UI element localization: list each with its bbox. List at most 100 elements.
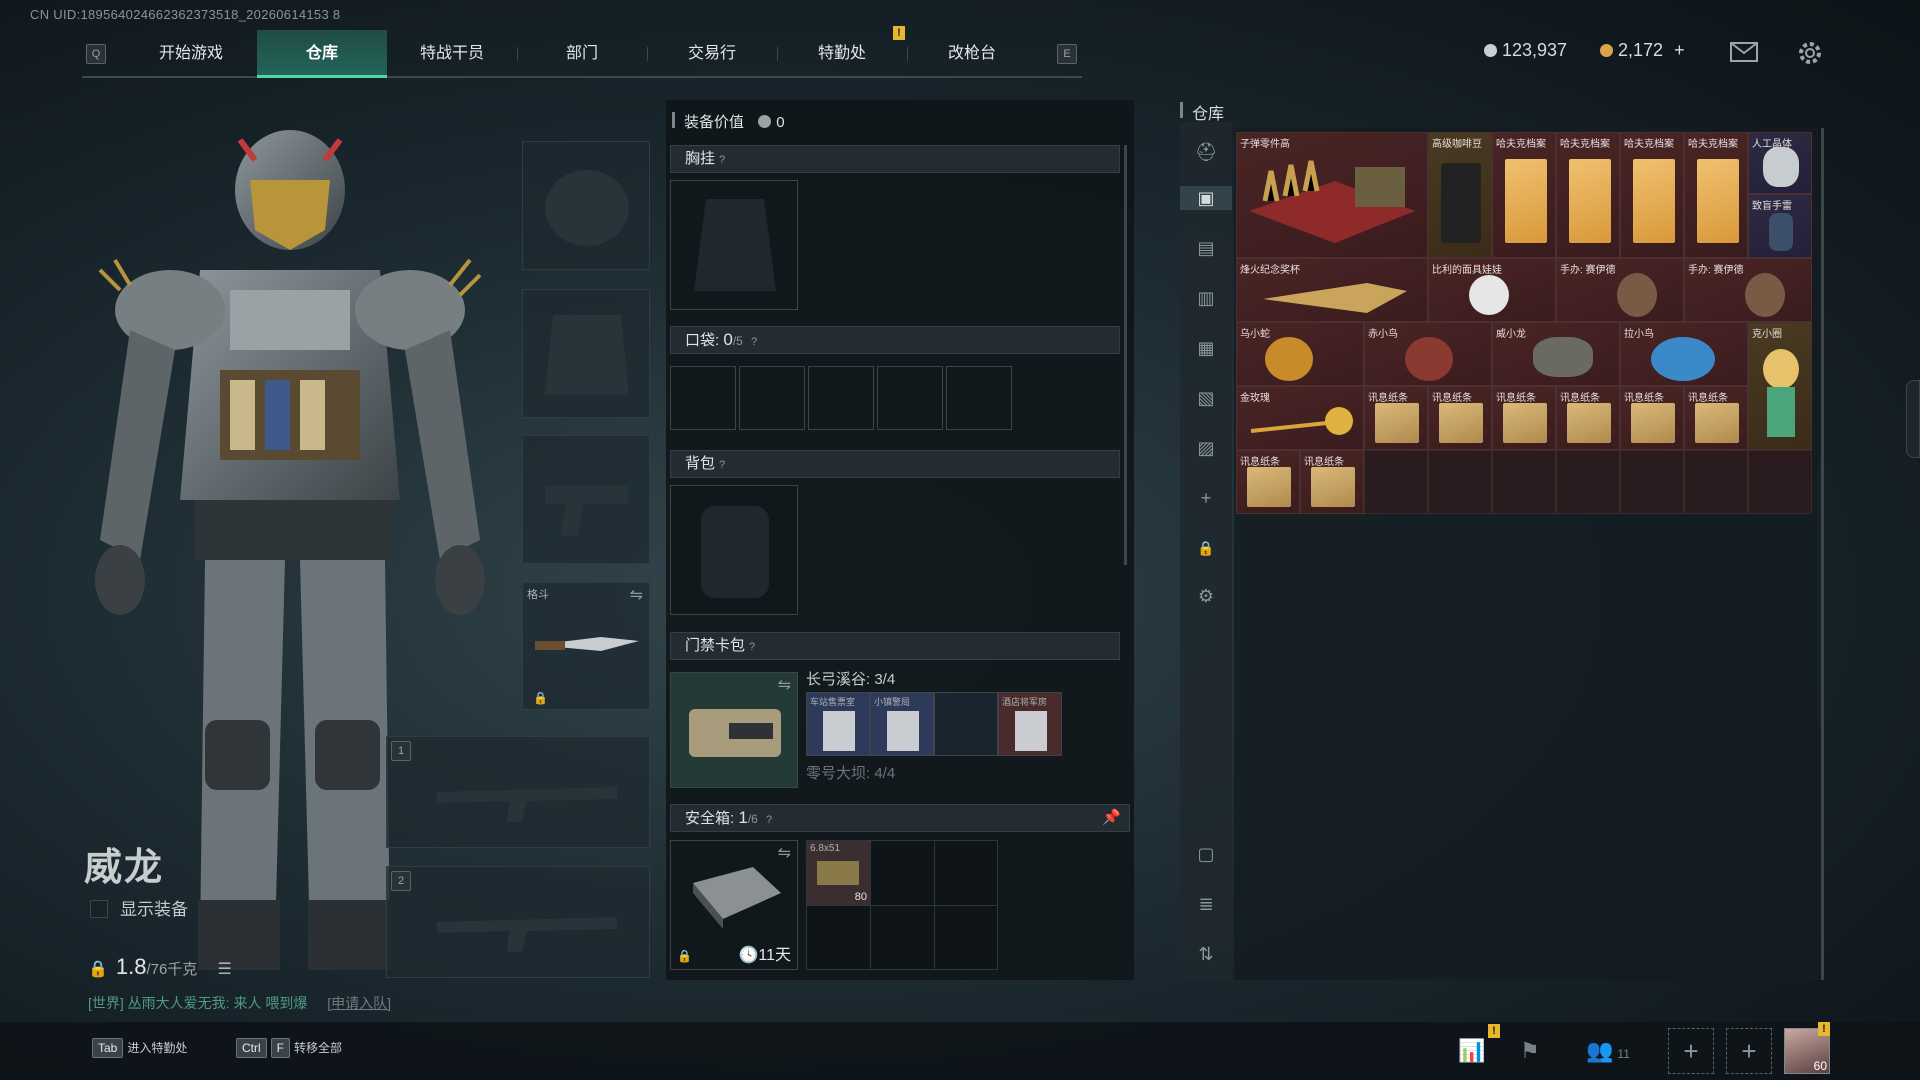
swap-icon[interactable]: ⇋ [630, 585, 643, 605]
side-drawer-handle[interactable] [1906, 380, 1920, 458]
tab-gunsmith[interactable]: 改枪台 [907, 30, 1037, 78]
settings-gear-icon[interactable] [1797, 40, 1823, 66]
help-icon[interactable]: ? [766, 814, 772, 826]
warehouse-item[interactable]: 致盲手雷 [1748, 194, 1812, 258]
primary-weapon-slot-2[interactable]: 2 [386, 866, 650, 978]
warehouse-item[interactable]: 讯息纸条 [1684, 386, 1748, 450]
show-equipment-checkbox[interactable] [90, 900, 108, 918]
warehouse-item[interactable]: 手办: 赛伊德 [1556, 258, 1684, 322]
empty-cell[interactable] [1556, 450, 1620, 514]
ammo-filter-icon[interactable]: ▦ [1194, 336, 1218, 360]
tab-start-game[interactable]: 开始游戏 [126, 30, 256, 78]
gold-currency[interactable]: 2,172 + [1600, 40, 1685, 61]
warehouse-item[interactable]: 克小圈 [1748, 322, 1812, 450]
primary-weapon-slot-1[interactable]: 1 [386, 736, 650, 848]
helmet-filter-icon[interactable]: ⛑ [1194, 140, 1218, 164]
show-equipment-toggle[interactable]: 显示装备 [90, 895, 188, 920]
help-icon[interactable]: ? [749, 641, 755, 653]
swap-icon[interactable]: ⇋ [778, 675, 791, 695]
pin-icon[interactable]: 📌 [1102, 805, 1121, 831]
empty-cell[interactable] [1620, 450, 1684, 514]
ammo-item[interactable]: 6.8x51 80 [807, 841, 870, 905]
tab-department[interactable]: 部门 [517, 30, 647, 78]
empty-cell[interactable] [1748, 450, 1812, 514]
warehouse-item[interactable]: 讯息纸条 [1300, 450, 1364, 514]
collectibles-filter-icon[interactable]: ▨ [1194, 436, 1218, 460]
warehouse-item[interactable]: 哈夫克档案 [1620, 132, 1684, 258]
stats-icon[interactable]: 📊 [1458, 1038, 1485, 1064]
keycard-slot[interactable]: 酒店将军房 [998, 692, 1062, 756]
transfer-all-hotkey[interactable]: Ctrl F 转移全部 [236, 1038, 342, 1058]
sort-icon[interactable]: ⇅ [1194, 942, 1218, 966]
backpack-slot[interactable] [670, 485, 798, 615]
melee-slot[interactable]: 格斗 ⇋ 🔒 [522, 582, 650, 710]
pocket-slot[interactable] [946, 366, 1012, 430]
warehouse-item[interactable]: 烽火纪念奖杯 [1236, 258, 1428, 322]
mail-icon[interactable] [1730, 42, 1758, 62]
warehouse-item[interactable]: 哈夫克档案 [1556, 132, 1620, 258]
warehouse-item[interactable]: 高级咖啡豆 [1428, 132, 1492, 258]
warehouse-item[interactable]: 讯息纸条 [1428, 386, 1492, 450]
helmet-slot[interactable] [522, 141, 650, 270]
armor-filter-icon[interactable]: ▥ [1194, 286, 1218, 310]
warehouse-item[interactable]: 讯息纸条 [1364, 386, 1428, 450]
armor-slot[interactable] [522, 289, 650, 418]
lock-icon[interactable]: 🔒 [1194, 536, 1218, 560]
warehouse-item[interactable]: 威小龙 [1492, 322, 1620, 386]
empty-cell[interactable] [1364, 450, 1428, 514]
weapon-filter-icon[interactable]: ▤ [1194, 236, 1218, 260]
gear-icon[interactable]: ⚙ [1194, 584, 1218, 608]
scrollbar[interactable] [1124, 145, 1127, 565]
warehouse-item[interactable]: 哈夫克档案 [1492, 132, 1556, 258]
enter-special-ops-hotkey[interactable]: Tab 进入特勤处 [92, 1038, 187, 1058]
warehouse-item[interactable]: 金玫瑰 [1236, 386, 1364, 450]
pocket-slot[interactable] [670, 366, 736, 430]
tab-warehouse[interactable]: 仓库 [257, 30, 387, 78]
warehouse-item[interactable]: 拉小鸟 [1620, 322, 1748, 386]
nav-prev-key[interactable]: Q [86, 44, 106, 64]
chest-rig-slot[interactable] [670, 180, 798, 310]
empty-cell[interactable] [1684, 450, 1748, 514]
help-icon[interactable]: ? [719, 154, 725, 166]
warehouse-item[interactable]: 乌小蛇 [1236, 322, 1364, 386]
warehouse-item[interactable]: 哈夫克档案 [1684, 132, 1748, 258]
all-items-icon[interactable]: ▣ [1180, 186, 1232, 210]
help-icon[interactable]: ? [719, 459, 725, 471]
warehouse-item[interactable]: 讯息纸条 [1556, 386, 1620, 450]
empty-cell[interactable] [1428, 450, 1492, 514]
pocket-slot[interactable] [739, 366, 805, 430]
pocket-slot[interactable] [877, 366, 943, 430]
warehouse-item[interactable]: 讯息纸条 [1620, 386, 1684, 450]
warehouse-item[interactable]: 手办: 赛伊德 [1684, 258, 1812, 322]
pocket-slot[interactable] [808, 366, 874, 430]
swap-icon[interactable]: ⇋ [778, 843, 791, 863]
warehouse-item[interactable]: 赤小鸟 [1364, 322, 1492, 386]
warehouse-item[interactable]: 子弹零件高 [1236, 132, 1428, 258]
flag-icon[interactable]: ⚑ [1520, 1038, 1540, 1064]
container-icon[interactable]: ▢ [1194, 842, 1218, 866]
pistol-slot[interactable] [522, 435, 650, 564]
keycard-slot-empty[interactable] [934, 692, 998, 756]
help-icon[interactable]: ? [751, 336, 757, 348]
empty-cell[interactable] [1492, 450, 1556, 514]
keycard-slot[interactable]: 小镇警局 [870, 692, 934, 756]
warehouse-item[interactable]: 讯息纸条 [1492, 386, 1556, 450]
keycard-case-slot[interactable]: ⇋ [670, 672, 798, 788]
layers-icon[interactable]: ≣ [1194, 892, 1218, 916]
tab-special-ops[interactable]: 特勤处 [777, 30, 907, 78]
medical-filter-icon[interactable]: ▧ [1194, 386, 1218, 410]
warehouse-item[interactable]: 比利的面具娃娃 [1428, 258, 1556, 322]
friends-icon[interactable]: 👥 11 [1586, 1038, 1630, 1064]
warehouse-item[interactable]: 人工晶体 [1748, 132, 1812, 194]
warehouse-item[interactable]: 讯息纸条 [1236, 450, 1300, 514]
join-team-link[interactable]: [申请入队] [327, 995, 391, 1011]
keycard-slot[interactable]: 车站售票室 [806, 692, 870, 756]
nav-next-key[interactable]: E [1057, 44, 1077, 64]
warehouse-scrollbar[interactable] [1821, 128, 1824, 980]
invite-slot-button[interactable]: + [1726, 1028, 1772, 1074]
safe-box-slot[interactable]: ⇋ 🔒 🕓11天 [670, 840, 798, 970]
add-gold-button[interactable]: + [1674, 40, 1685, 60]
tab-operators[interactable]: 特战干员 [387, 30, 517, 78]
tab-trading[interactable]: 交易行 [647, 30, 777, 78]
add-tab-icon[interactable]: + [1194, 486, 1218, 510]
